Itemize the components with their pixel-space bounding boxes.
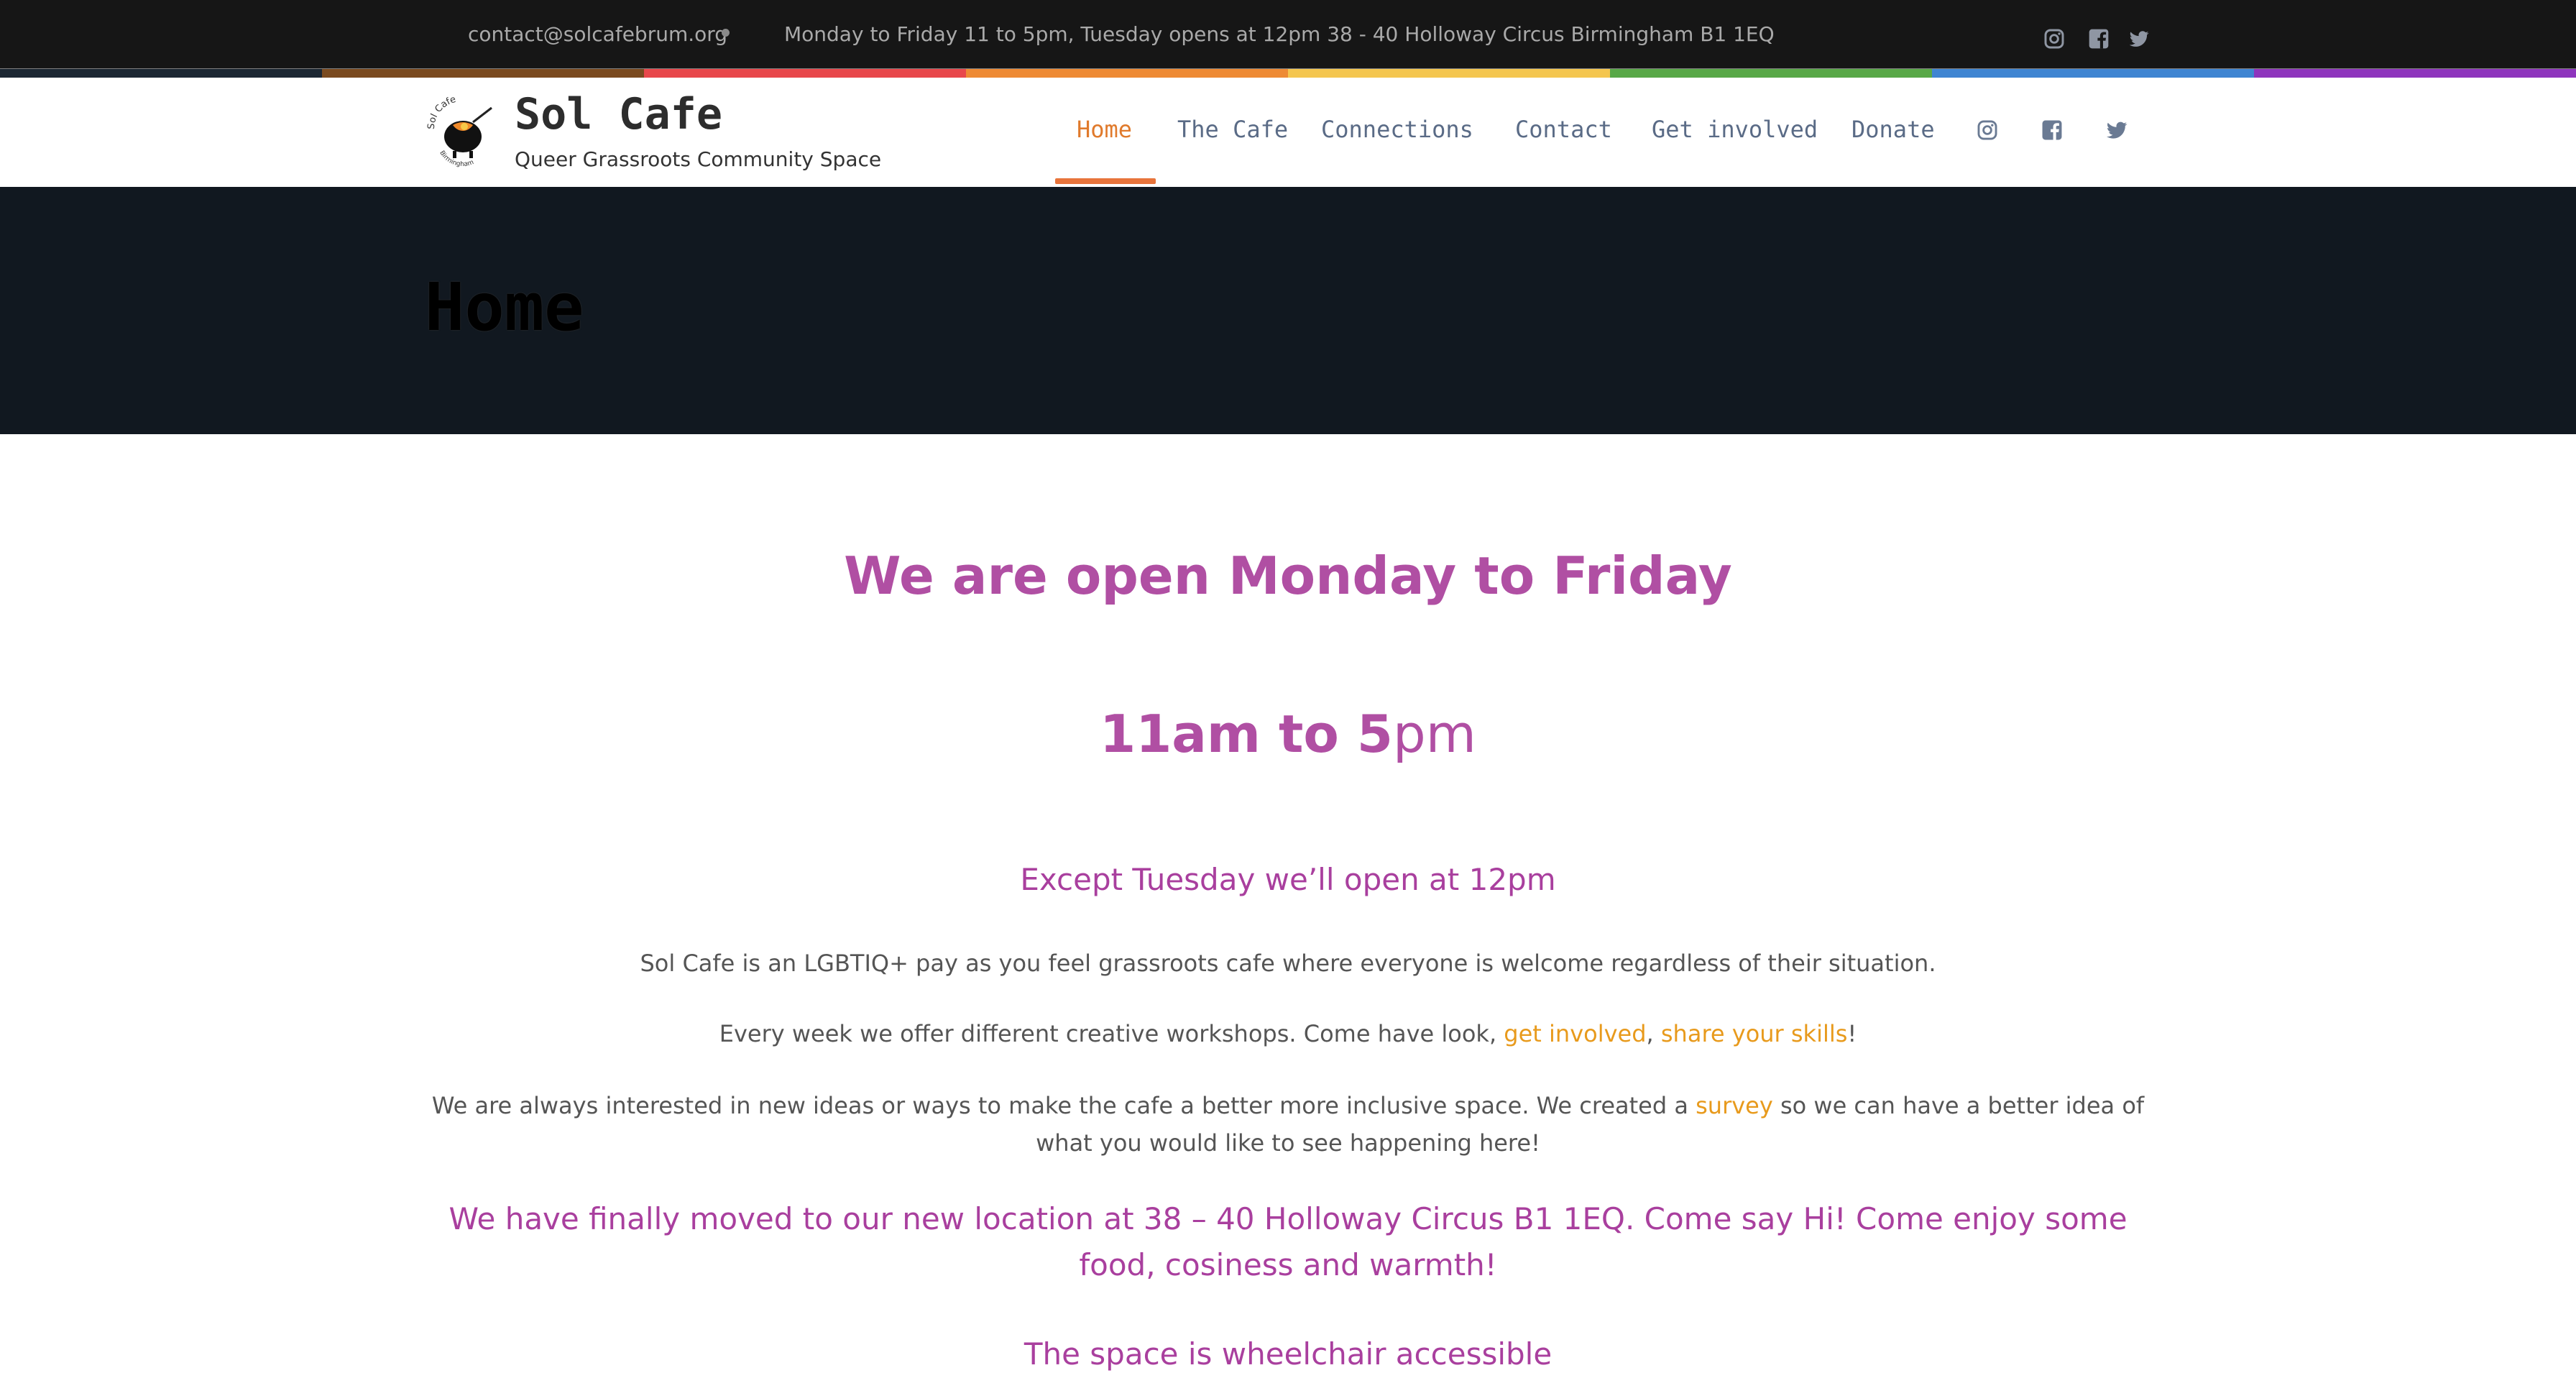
workshops-suffix: ! bbox=[1847, 1020, 1857, 1047]
rainbow-segment bbox=[1932, 69, 2254, 78]
workshops-paragraph: Every week we offer different creative w… bbox=[431, 1015, 2145, 1052]
active-nav-indicator bbox=[1055, 178, 1156, 184]
opening-hours-address: Monday to Friday 11 to 5pm, Tuesday open… bbox=[784, 22, 1775, 46]
open-days-heading: We are open Monday to Friday bbox=[844, 546, 1732, 606]
share-your-skills-link[interactable]: share your skills bbox=[1661, 1020, 1848, 1047]
new-location-heading: We have finally moved to our new locatio… bbox=[448, 1201, 2128, 1282]
rainbow-segment bbox=[322, 69, 644, 78]
contact-email-link[interactable]: contact@solcafebrum.org bbox=[468, 20, 727, 49]
workshops-text: Every week we offer different creative w… bbox=[719, 1020, 1504, 1047]
hours-bold: 11am to 5 bbox=[1100, 704, 1394, 764]
rainbow-stripe bbox=[0, 69, 2576, 78]
ideas-paragraph: We are always interested in new ideas or… bbox=[431, 1087, 2145, 1162]
opening-hours-heading: 11am to 5pm bbox=[431, 702, 2145, 766]
facebook-icon[interactable] bbox=[2087, 27, 2110, 50]
site-header: Sol Cafe Birmingham Sol Cafe Queer Grass… bbox=[0, 78, 2576, 187]
separator-dot bbox=[722, 29, 730, 37]
rainbow-segment bbox=[1288, 69, 1610, 78]
rainbow-segment bbox=[966, 69, 1288, 78]
facebook-icon[interactable] bbox=[2040, 118, 2064, 142]
site-logo[interactable]: Sol Cafe Birmingham bbox=[427, 93, 497, 168]
rainbow-segment bbox=[2254, 69, 2576, 78]
ideas-text: We are always interested in new ideas or… bbox=[431, 1092, 1696, 1119]
accessibility-heading: The space is wheelchair accessible bbox=[1024, 1336, 1552, 1372]
nav-donate[interactable]: Donate bbox=[1852, 114, 1935, 145]
intro-paragraph: Sol Cafe is an LGBTIQ+ pay as you feel g… bbox=[640, 950, 1936, 977]
nav-contact[interactable]: Contact bbox=[1515, 114, 1612, 145]
workshops-separator: , bbox=[1646, 1020, 1661, 1047]
nav-the-cafe[interactable]: The Cafe bbox=[1177, 114, 1288, 145]
survey-link[interactable]: survey bbox=[1696, 1092, 1773, 1119]
get-involved-link[interactable]: get involved bbox=[1504, 1020, 1646, 1047]
twitter-icon[interactable] bbox=[2104, 118, 2129, 142]
tuesday-exception: Except Tuesday we’ll open at 12pm bbox=[1020, 862, 1556, 897]
rainbow-segment bbox=[644, 69, 966, 78]
hours-suffix: pm bbox=[1393, 704, 1476, 764]
nav-home[interactable]: Home bbox=[1077, 114, 1132, 145]
instagram-icon[interactable] bbox=[1975, 118, 2000, 142]
nav-connections[interactable]: Connections bbox=[1321, 114, 1473, 145]
nav-get-involved[interactable]: Get involved bbox=[1652, 114, 1818, 145]
twitter-icon[interactable] bbox=[2128, 27, 2150, 50]
site-title[interactable]: Sol Cafe bbox=[515, 86, 722, 142]
rainbow-segment bbox=[0, 69, 322, 78]
site-subtitle: Queer Grassroots Community Space bbox=[515, 147, 882, 171]
instagram-icon[interactable] bbox=[2043, 27, 2066, 50]
page-title: Home bbox=[425, 269, 584, 346]
page-hero: Home bbox=[0, 187, 2576, 434]
rainbow-segment bbox=[1610, 69, 1932, 78]
top-bar: contact@solcafebrum.org Monday to Friday… bbox=[0, 0, 2576, 69]
